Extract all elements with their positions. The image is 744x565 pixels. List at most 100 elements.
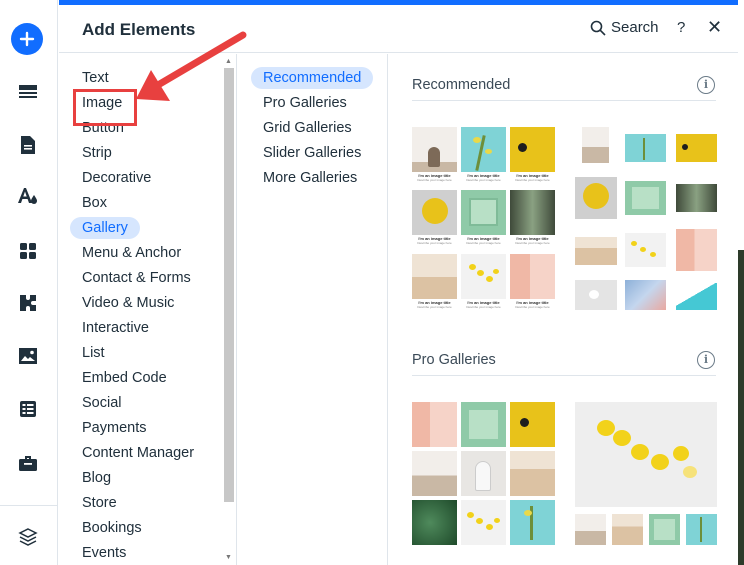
gallery-thumbnail <box>575 177 617 219</box>
gallery-main-image <box>575 402 717 507</box>
canvas-edge <box>738 0 744 565</box>
category-scrollbar[interactable]: ▲ ▼ <box>222 58 234 561</box>
gallery-thumbnail <box>625 134 666 162</box>
scroll-up-arrow-icon[interactable]: ▲ <box>225 58 232 65</box>
subcategory-recommended[interactable]: Recommended <box>251 67 374 89</box>
section-divider <box>412 375 716 376</box>
subcategory-grid-galleries[interactable]: Grid Galleries <box>251 117 364 139</box>
scroll-down-arrow-icon[interactable]: ▼ <box>225 554 232 561</box>
section-divider <box>412 100 716 101</box>
category-list[interactable]: List <box>70 342 117 364</box>
gallery-thumbnail <box>461 402 506 447</box>
subcategory-list: Recommended Pro Galleries Grid Galleries… <box>238 54 388 565</box>
scrollbar-thumb[interactable] <box>224 68 234 502</box>
info-icon[interactable]: i <box>697 76 715 94</box>
gallery-preset-mixed-grid[interactable] <box>575 127 717 310</box>
category-events[interactable]: Events <box>70 542 138 564</box>
gallery-thumbnail: I'm an image title Describe your image he… <box>510 190 555 248</box>
gallery-thumbnail: I'm an image title Describe your image he… <box>510 127 555 185</box>
cms-icon <box>20 401 36 417</box>
category-menu-anchor[interactable]: Menu & Anchor <box>70 242 193 264</box>
category-decorative[interactable]: Decorative <box>70 167 163 189</box>
apps-button[interactable] <box>10 233 46 269</box>
category-payments[interactable]: Payments <box>70 417 158 439</box>
business-button[interactable] <box>10 285 46 321</box>
help-button[interactable]: ? <box>677 19 685 36</box>
header-footer-button[interactable] <box>10 74 46 110</box>
gallery-preset-pro-slideshow[interactable] <box>575 402 717 545</box>
search-icon <box>590 20 606 36</box>
annotation-highlight-box <box>73 89 137 126</box>
category-social[interactable]: Social <box>70 392 134 414</box>
category-video-music[interactable]: Video & Music <box>70 292 186 314</box>
gallery-thumbnail <box>575 280 617 310</box>
category-store[interactable]: Store <box>70 492 129 514</box>
gallery-thumbnail <box>625 280 666 310</box>
close-button[interactable]: ✕ <box>707 17 722 38</box>
portfolio-icon <box>19 456 37 471</box>
gallery-thumbnail <box>575 514 606 545</box>
category-gallery[interactable]: Gallery <box>70 217 140 239</box>
thumbnail-caption: I'm an image title Describe your image he… <box>412 172 457 185</box>
gallery-thumbnail <box>612 514 643 545</box>
gallery-thumbnail <box>625 233 666 267</box>
category-content-manager[interactable]: Content Manager <box>70 442 206 464</box>
layers-button[interactable] <box>10 519 46 555</box>
pages-icon <box>21 136 35 154</box>
gallery-thumbnail: I'm an image title Describe your image he… <box>461 254 506 312</box>
subcategory-more-galleries[interactable]: More Galleries <box>251 167 369 189</box>
add-elements-button[interactable] <box>11 23 43 55</box>
gallery-thumbnail: I'm an image title Describe your image he… <box>412 127 457 185</box>
gallery-thumbnail <box>676 229 717 271</box>
category-strip[interactable]: Strip <box>70 142 124 164</box>
subcategory-pro-galleries[interactable]: Pro Galleries <box>251 92 359 114</box>
business-icon <box>20 295 36 311</box>
gallery-thumbnail <box>625 181 666 215</box>
panel-header: Add Elements Search ? ✕ <box>59 5 744 53</box>
category-box[interactable]: Box <box>70 192 119 214</box>
gallery-thumbnail: I'm an image title Describe your image he… <box>412 254 457 312</box>
category-blog[interactable]: Blog <box>70 467 123 489</box>
media-button[interactable] <box>10 338 46 374</box>
gallery-thumbnail <box>412 500 457 545</box>
section-title-recommended: Recommended <box>412 77 511 93</box>
left-toolbar <box>0 0 58 565</box>
category-text[interactable]: Text <box>70 67 121 89</box>
cms-button[interactable] <box>10 391 46 427</box>
section-title-pro-galleries: Pro Galleries <box>412 352 496 368</box>
thumbnail-caption: I'm an image title Describe your image he… <box>510 235 555 248</box>
gallery-thumbnail: I'm an image title Describe your image he… <box>461 190 506 248</box>
info-icon[interactable]: i <box>697 351 715 369</box>
apps-icon <box>20 243 36 259</box>
thumbnail-caption: I'm an image title Describe your image he… <box>510 299 555 312</box>
thumbnail-caption: I'm an image title Describe your image he… <box>412 299 457 312</box>
header-footer-icon <box>19 85 37 98</box>
gallery-preset-pro-grid[interactable] <box>412 402 555 545</box>
gallery-thumbnail <box>649 514 680 545</box>
category-interactive[interactable]: Interactive <box>70 317 161 339</box>
design-icon <box>18 188 37 204</box>
gallery-thumbnail <box>510 402 555 447</box>
thumbnail-caption: I'm an image title Describe your image he… <box>510 172 555 185</box>
add-elements-panel: Add Elements Search ? ✕ Text Image Butto… <box>59 0 744 565</box>
gallery-thumbnail <box>686 514 717 545</box>
gallery-thumbnail <box>412 402 457 447</box>
gallery-thumbnail <box>510 451 555 496</box>
gallery-preset-grid-captions[interactable]: I'm an image title Describe your image he… <box>412 127 555 312</box>
gallery-thumbnail: I'm an image title Describe your image he… <box>461 127 506 185</box>
portfolio-button[interactable] <box>10 445 46 481</box>
design-button[interactable] <box>10 178 46 214</box>
gallery-thumbnail: I'm an image title Describe your image he… <box>510 254 555 312</box>
category-bookings[interactable]: Bookings <box>70 517 154 539</box>
subcategory-slider-galleries[interactable]: Slider Galleries <box>251 142 373 164</box>
pages-button[interactable] <box>10 127 46 163</box>
category-contact-forms[interactable]: Contact & Forms <box>70 267 203 289</box>
search-button[interactable]: Search <box>590 19 659 36</box>
gallery-presets: Recommended i I'm an image title Describe… <box>389 54 744 565</box>
gallery-thumbnail <box>412 451 457 496</box>
category-embed-code[interactable]: Embed Code <box>70 367 179 389</box>
category-list: Text Image Button Strip Decorative Box G… <box>59 54 237 565</box>
thumbnail-caption: I'm an image title Describe your image he… <box>412 235 457 248</box>
gallery-thumbnail <box>575 237 617 265</box>
media-icon <box>19 348 37 364</box>
